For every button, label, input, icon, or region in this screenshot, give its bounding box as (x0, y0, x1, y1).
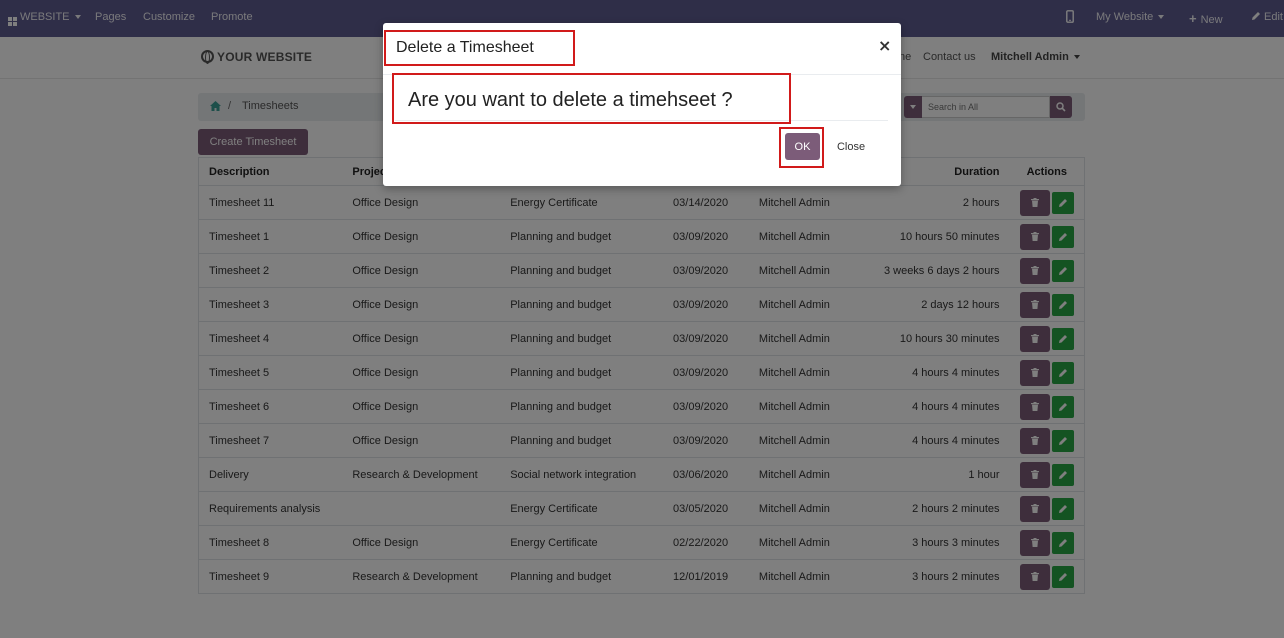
close-button[interactable]: Close (828, 133, 874, 160)
highlight-ok-button (779, 127, 824, 168)
highlight-dialog-title (384, 30, 575, 66)
highlight-dialog-message (392, 73, 791, 124)
dialog-close-x-button[interactable]: × (878, 36, 891, 55)
